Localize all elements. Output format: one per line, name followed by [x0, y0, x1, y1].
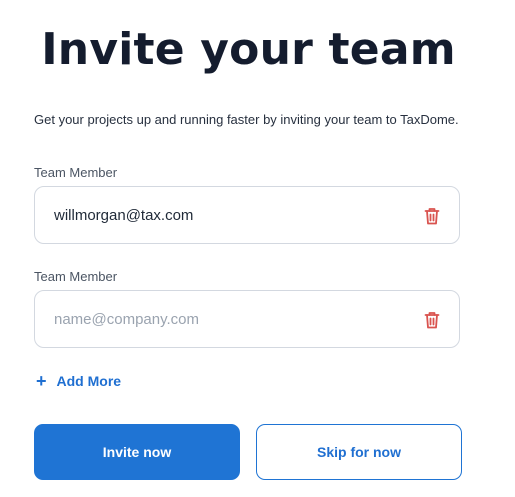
invite-now-button[interactable]: Invite now [34, 424, 240, 480]
add-more-label: Add More [56, 373, 122, 389]
skip-for-now-button[interactable]: Skip for now [256, 424, 462, 480]
page-subtitle: Get your projects up and running faster … [34, 112, 459, 127]
team-member-label: Team Member [34, 269, 118, 284]
team-member-label: Team Member [34, 165, 118, 180]
plus-icon: + [36, 371, 47, 391]
trash-icon[interactable] [424, 311, 440, 329]
add-more-button[interactable]: + Add More [36, 372, 121, 390]
trash-icon[interactable] [424, 207, 440, 225]
team-member-email-input[interactable] [54, 291, 414, 347]
page-title: Invite your team [41, 24, 456, 75]
team-member-field [34, 290, 460, 348]
team-member-email-input[interactable] [54, 187, 414, 243]
invite-team-page: Invite your team Get your projects up an… [0, 0, 515, 497]
team-member-field [34, 186, 460, 244]
